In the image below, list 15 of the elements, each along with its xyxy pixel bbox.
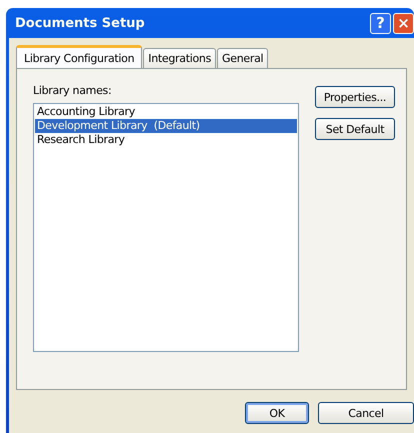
library-list[interactable]: Accounting Library Development Library (Default) Research Library xyxy=(33,103,299,352)
ok-button[interactable]: OK xyxy=(245,402,309,424)
dialog-button[interactable]: Set Default xyxy=(315,118,395,140)
list-item[interactable]: Development Library (Default) xyxy=(35,119,297,133)
window-title: Documents Setup xyxy=(15,16,145,30)
tab[interactable]: Integrations xyxy=(143,48,216,68)
close-button[interactable]: × xyxy=(393,12,414,34)
dialog-button[interactable]: Properties... xyxy=(315,86,395,108)
tab[interactable]: Library Configuration xyxy=(16,45,142,68)
cancel-button[interactable]: Cancel xyxy=(318,402,414,424)
tab[interactable]: General xyxy=(217,48,268,68)
help-button[interactable]: ? xyxy=(370,12,391,34)
list-label: Library names: xyxy=(33,84,112,97)
list-item[interactable]: Research Library xyxy=(35,133,297,147)
list-item[interactable]: Accounting Library xyxy=(35,105,297,119)
